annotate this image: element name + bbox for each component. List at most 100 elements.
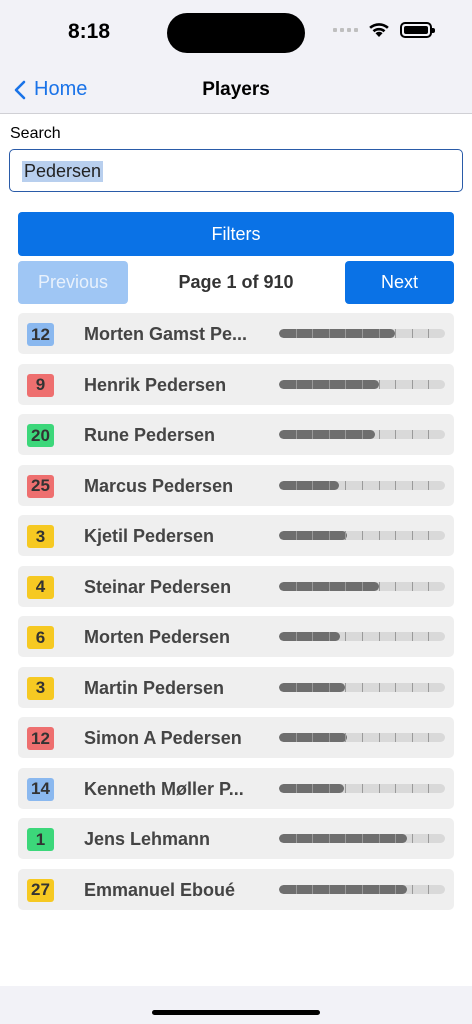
page-indicator: Page 1 of 910 <box>178 272 294 292</box>
rating-badge: 12 <box>27 323 54 346</box>
rating-bar-tick <box>428 783 430 793</box>
rating-bar-tick <box>378 783 380 793</box>
rating-bar-tick <box>428 329 430 338</box>
rating-bar-tick <box>295 480 297 490</box>
rating-progress-bar <box>279 329 445 338</box>
player-row[interactable]: 20 Rune Pedersen <box>18 414 454 455</box>
rating-bar-tick <box>428 581 430 591</box>
rating-progress-bar <box>279 733 445 742</box>
rating-bar-tick <box>328 632 330 641</box>
player-row[interactable]: 9 Henrik Pedersen <box>18 363 454 405</box>
rating-badge: 3 <box>27 676 54 700</box>
player-name: Kenneth Møller P... <box>84 778 244 799</box>
rating-bar-tick <box>362 682 363 692</box>
rating-progress-fill <box>279 834 407 843</box>
rating-progress-fill <box>279 884 407 894</box>
rating-bar-tick <box>312 430 314 439</box>
rating-bar-tick <box>395 430 397 439</box>
rating-bar-tick <box>312 329 314 338</box>
player-row[interactable]: 3 Kjetil Pedersen <box>18 515 454 556</box>
rating-bar-tick <box>328 329 330 338</box>
dynamic-island <box>167 13 305 53</box>
home-indicator[interactable] <box>152 1010 320 1015</box>
player-row[interactable]: 1 Jens Lehmann <box>18 818 454 859</box>
rating-progress-bar <box>279 430 445 439</box>
rating-bar-tick <box>411 632 413 641</box>
rating-bar-tick <box>411 531 413 540</box>
rating-progress-bar <box>279 783 445 793</box>
rating-bar-tick <box>378 834 380 843</box>
rating-bar-tick <box>295 682 297 692</box>
rating-badge: 4 <box>27 575 54 599</box>
rating-badge: 25 <box>27 474 54 498</box>
player-row[interactable]: 6 Morten Pedersen <box>18 616 454 657</box>
filters-button[interactable]: Filters <box>18 212 454 256</box>
player-row[interactable]: 25 Marcus Pedersen <box>18 464 454 506</box>
rating-bar-tick <box>295 329 297 338</box>
rating-bar-tick <box>395 329 397 338</box>
rating-bar-tick <box>362 430 363 439</box>
status-time: 8:18 <box>68 20 111 43</box>
rating-bar-tick <box>395 884 397 894</box>
rating-bar-tick <box>362 581 363 591</box>
search-label: Search <box>10 125 61 142</box>
player-row[interactable]: 4 Steinar Pedersen <box>18 565 454 607</box>
player-row[interactable]: 12 Morten Gamst Pe... <box>18 313 454 354</box>
rating-bar-tick <box>362 379 363 389</box>
rating-bar-tick <box>428 379 430 389</box>
rating-bar-tick <box>428 682 430 692</box>
rating-bar-tick <box>428 884 430 894</box>
rating-bar-tick <box>362 329 363 338</box>
player-row[interactable]: 14 Kenneth Møller P... <box>18 767 454 809</box>
rating-bar-tick <box>428 733 430 742</box>
rating-progress-fill <box>279 430 376 439</box>
rating-bar-tick <box>312 480 314 490</box>
rating-bar-tick <box>411 783 413 793</box>
rating-bar-tick <box>395 531 397 540</box>
rating-bar-tick <box>395 733 397 742</box>
rating-bar-tick <box>328 480 330 490</box>
rating-bar-tick <box>378 733 380 742</box>
rating-bar-tick <box>395 379 397 389</box>
rating-bar-tick <box>378 480 380 490</box>
rating-badge: 20 <box>27 424 54 447</box>
rating-bar-tick <box>328 581 330 591</box>
rating-bar-tick <box>312 834 314 843</box>
player-name: Martin Pedersen <box>84 677 225 698</box>
rating-bar-tick <box>295 430 297 439</box>
rating-bar-tick <box>295 733 297 742</box>
player-row[interactable]: 3 Martin Pedersen <box>18 666 454 708</box>
rating-bar-tick <box>395 632 397 641</box>
rating-bar-tick <box>428 632 430 641</box>
rating-bar-tick <box>362 480 363 490</box>
rating-bar-tick <box>295 783 297 793</box>
player-name: Simon A Pedersen <box>84 728 242 748</box>
previous-page-button[interactable]: Previous <box>18 261 128 304</box>
rating-bar-tick <box>345 329 347 338</box>
rating-bar-tick <box>328 733 330 742</box>
player-name: Rune Pedersen <box>84 425 216 445</box>
player-name: Morten Pedersen <box>84 627 231 647</box>
player-name: Steinar Pedersen <box>84 576 232 597</box>
rating-bar-tick <box>312 632 314 641</box>
next-page-button[interactable]: Next <box>345 261 454 304</box>
rating-bar-tick <box>378 531 380 540</box>
rating-progress-bar <box>279 682 445 692</box>
rating-bar-tick <box>295 834 297 843</box>
rating-bar-tick <box>328 379 330 389</box>
player-row[interactable]: 12 Simon A Pedersen <box>18 717 454 758</box>
rating-badge: 9 <box>27 373 54 397</box>
rating-badge: 12 <box>27 727 54 750</box>
rating-bar-tick <box>328 884 330 894</box>
rating-bar-tick <box>345 632 347 641</box>
rating-badge: 3 <box>27 525 54 548</box>
rating-progress-bar <box>279 379 445 389</box>
rating-bar-tick <box>362 733 363 742</box>
rating-bar-tick <box>362 884 363 894</box>
search-input[interactable] <box>9 149 463 192</box>
player-row[interactable]: 27 Emmanuel Eboué <box>18 868 454 910</box>
rating-bar-tick <box>378 329 380 338</box>
rating-bar-tick <box>295 884 297 894</box>
rating-bar-tick <box>378 581 380 591</box>
rating-bar-tick <box>345 480 347 490</box>
